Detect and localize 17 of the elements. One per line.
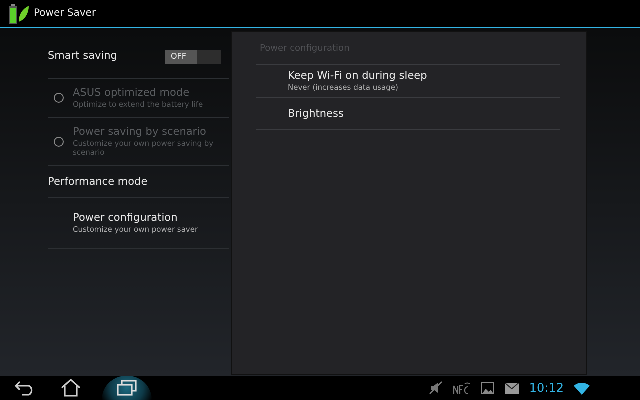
mail-icon[interactable]	[505, 382, 520, 394]
image-icon[interactable]	[481, 382, 496, 394]
battery-leaf-icon	[8, 4, 30, 24]
house-icon	[60, 379, 82, 397]
option-label: ASUS optimized mode	[73, 87, 191, 99]
wifi-icon	[574, 382, 590, 394]
muted-icon[interactable]	[429, 381, 444, 395]
option-label: Power saving by scenario	[73, 126, 208, 138]
window-title: Power Saver	[34, 8, 96, 19]
toggle-switch[interactable]: OFF	[165, 50, 221, 64]
settings-item[interactable]: Brightness	[256, 98, 560, 130]
stacked-windows-icon	[116, 380, 138, 396]
section-label: Performance mode	[48, 176, 148, 188]
nfc-icon[interactable]	[453, 381, 472, 395]
clock: 10:12	[529, 381, 564, 395]
recent-button[interactable]	[102, 376, 152, 400]
setting-label: Smart saving	[48, 50, 118, 62]
